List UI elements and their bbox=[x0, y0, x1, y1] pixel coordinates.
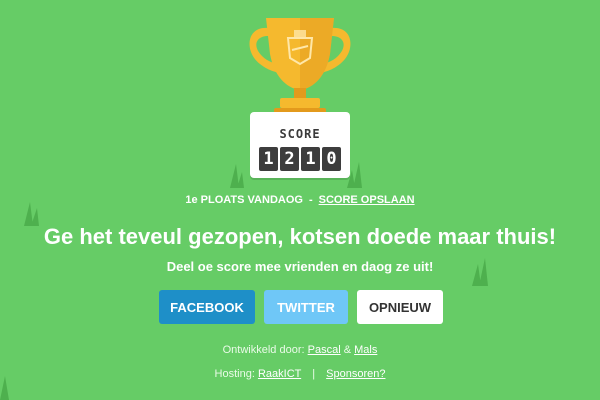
scoreboard: SCORE 1 2 1 0 bbox=[250, 112, 350, 178]
score-digit: 1 bbox=[301, 147, 320, 171]
score-digits: 1 2 1 0 bbox=[259, 147, 341, 171]
developer-link-mals[interactable]: Mals bbox=[354, 344, 377, 356]
share-subline: Deel oe score mee vrienden en daog ze ui… bbox=[166, 259, 434, 274]
result-headline: Ge het teveul gezopen, kotsen doede maar… bbox=[43, 224, 557, 249]
facebook-share-button[interactable]: FACEBOOK bbox=[159, 290, 255, 324]
score-label: SCORE bbox=[279, 127, 321, 141]
rank-line: 1e PLOATS VANDAOG - SCORE OPSLAAN bbox=[0, 194, 600, 206]
developers-line: Ontwikkeld door: Pascal & Mals bbox=[0, 344, 600, 356]
rank-text: 1e PLOATS VANDAOG bbox=[185, 194, 303, 206]
score-digit: 2 bbox=[280, 147, 299, 171]
hosting-label: Hosting: bbox=[214, 368, 255, 380]
trophy-icon bbox=[249, 18, 351, 118]
footer-separator: | bbox=[312, 368, 316, 380]
developer-link-pascal[interactable]: Pascal bbox=[308, 344, 341, 356]
grass-tuft-icon bbox=[230, 164, 244, 188]
host-link[interactable]: RaakICT bbox=[258, 368, 301, 380]
restart-button[interactable]: OPNIEUW bbox=[357, 290, 443, 324]
rank-separator: - bbox=[308, 194, 313, 206]
score-digit: 1 bbox=[259, 147, 278, 171]
ampersand: & bbox=[343, 344, 352, 356]
developed-by-label: Ontwikkeld door: bbox=[222, 344, 305, 356]
save-score-link[interactable]: SCORE OPSLAAN bbox=[319, 194, 415, 206]
twitter-share-button[interactable]: TWITTER bbox=[264, 290, 348, 324]
sponsors-link[interactable]: Sponsoren? bbox=[326, 368, 385, 380]
hosting-line: Hosting: RaakICT | Sponsoren? bbox=[0, 368, 600, 380]
score-digit: 0 bbox=[322, 147, 341, 171]
